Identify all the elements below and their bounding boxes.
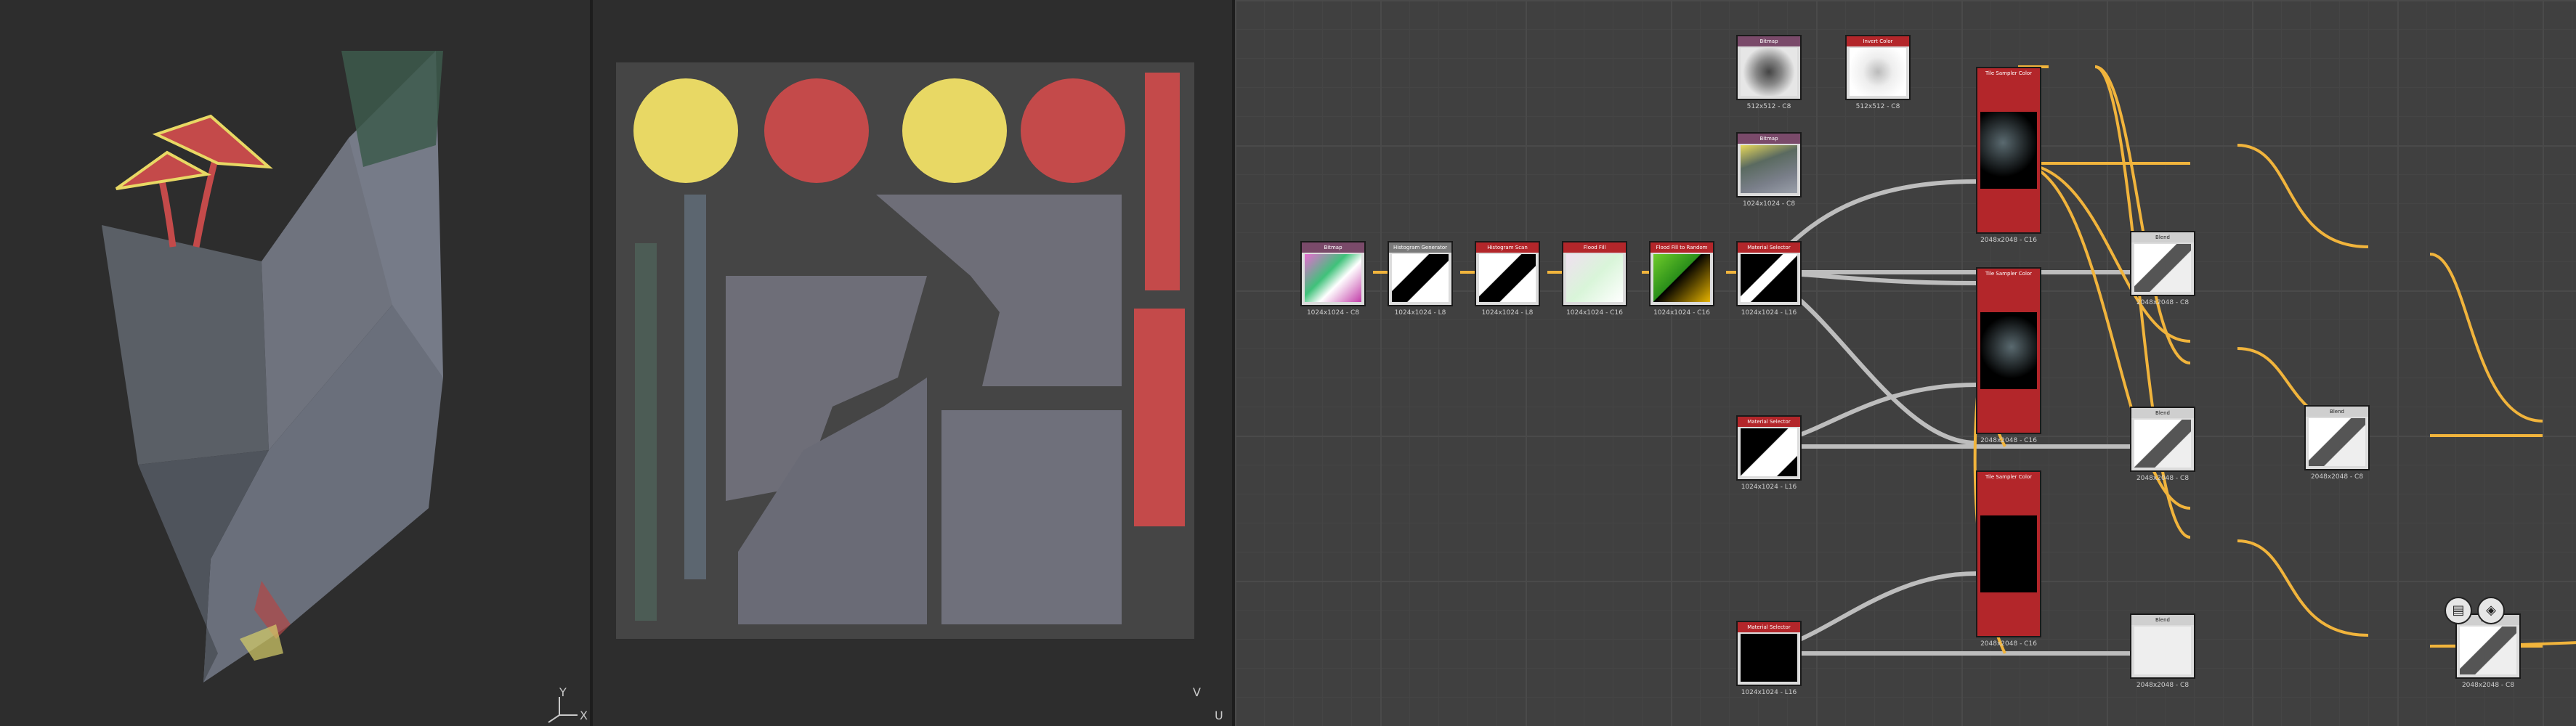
mushroom-stem [193, 147, 222, 248]
histogram-scan-node[interactable]: Histogram Scan 1024x1024 - L8 [1475, 241, 1540, 317]
node-title: Tile Sampler Color [1977, 68, 2040, 78]
blend-node[interactable]: Blend 2048x2048 - C8 [2304, 405, 2370, 481]
axis-v-label: V [1193, 685, 1201, 699]
node-preview [2134, 627, 2191, 674]
material-selector-node[interactable]: Material Selector 1024x1024 - L16 [1736, 415, 1802, 491]
node-preview [2134, 244, 2191, 292]
node-caption: 1024x1024 - L16 [1741, 309, 1797, 317]
node-caption: 1024x1024 - C8 [1742, 200, 1796, 208]
cap-circle-yellow [902, 78, 1007, 183]
node-caption: 2048x2048 - C16 [1980, 437, 2037, 444]
cap-circle-red [764, 78, 869, 183]
flood-fill-to-random-node[interactable]: Flood Fill to Random 1024x1024 - C16 [1649, 241, 1714, 317]
node-caption: 1024x1024 - C16 [1566, 309, 1623, 317]
node-title: Blend [2306, 407, 2368, 417]
node-caption: 2048x2048 - C16 [1980, 237, 2037, 244]
invert-color-node[interactable]: Invert Color 512x512 - C8 [1845, 35, 1911, 110]
node-caption: 1024x1024 - L16 [1741, 689, 1797, 696]
node-caption: 1024x1024 - L16 [1741, 484, 1797, 491]
blend-node[interactable]: Blend 2048x2048 - C8 [2130, 407, 2195, 482]
node-preview [1741, 254, 1797, 302]
histogram-generator-node[interactable]: Histogram Generator 1024x1024 - L8 [1388, 241, 1453, 317]
node-preview [1479, 254, 1536, 302]
node-title: Material Selector [1738, 622, 1800, 632]
uv-strip [684, 195, 706, 579]
node-preview [1850, 48, 1906, 96]
node-title: Blend [2131, 232, 2194, 242]
node-title: Tile Sampler Color [1977, 269, 2040, 279]
node-preview [1741, 428, 1797, 476]
node-preview [1980, 112, 2037, 189]
node-title: Blend [2131, 408, 2194, 418]
node-caption: 1024x1024 - C8 [1306, 309, 1360, 317]
node-preview [1741, 634, 1797, 682]
bitmap-node[interactable]: Bitmap 1024x1024 - C8 [1300, 241, 1366, 317]
bitmap-node[interactable]: Bitmap 1024x1024 - C8 [1736, 132, 1802, 208]
material-selector-node[interactable]: Material Selector 1024x1024 - L16 [1736, 241, 1802, 317]
node-preview [1980, 312, 2037, 389]
node-preview [2134, 420, 2191, 468]
node-title: Material Selector [1738, 417, 1800, 427]
stem-strip [1134, 309, 1185, 526]
blend-node[interactable]: Blend 2048x2048 - C8 [2130, 613, 2195, 689]
cap-circle-yellow [633, 78, 738, 183]
axis-y-label: Y [559, 685, 567, 699]
axis-u-label: U [1215, 709, 1223, 722]
uv-island [941, 410, 1122, 624]
bitmap-node[interactable]: Bitmap 512x512 - C8 [1736, 35, 1802, 110]
node-title: Bitmap [1302, 242, 1364, 253]
tile-sampler-color-node[interactable]: Tile Sampler Color 2048x2048 - C16 [1976, 470, 2041, 648]
node-caption: 1024x1024 - L8 [1394, 309, 1446, 317]
node-preview [2309, 418, 2365, 466]
stem-strip [1145, 73, 1180, 290]
node-caption: 512x512 - C8 [1855, 103, 1900, 110]
uv-texture[interactable] [593, 0, 1232, 726]
uv-strip [635, 243, 657, 621]
settings-icon[interactable]: ◈ [2477, 597, 2505, 624]
node-caption: 2048x2048 - C8 [2310, 473, 2364, 481]
axis-x-label: X [580, 709, 588, 722]
node-title: Histogram Scan [1476, 242, 1539, 253]
node-preview [1653, 254, 1710, 302]
node-title: Flood Fill to Random [1650, 242, 1713, 253]
node-title: Bitmap [1738, 134, 1800, 144]
gizmo-icon [548, 697, 578, 723]
rock-face-left [102, 225, 269, 465]
2d-texture-view[interactable]: V U [593, 0, 1232, 726]
node-caption: 2048x2048 - C8 [2136, 299, 2190, 306]
node-preview [1305, 254, 1361, 302]
node-preview [1741, 145, 1797, 193]
node-title: Histogram Generator [1389, 242, 1451, 253]
node-caption: 2048x2048 - C8 [2461, 682, 2515, 689]
node-title: Flood Fill [1563, 242, 1626, 253]
node-title: Blend [2131, 615, 2194, 625]
blend-node[interactable]: Blend 2048x2048 - C8 [2130, 231, 2195, 306]
graph-editor[interactable]: Bitmap 1024x1024 - C8 Histogram Generato… [1235, 0, 2576, 726]
node-preview [1566, 254, 1623, 302]
node-title: Tile Sampler Color [1977, 472, 2040, 482]
node-caption: 1024x1024 - L8 [1481, 309, 1534, 317]
node-caption: 2048x2048 - C16 [1980, 640, 2037, 648]
node-title: Material Selector [1738, 242, 1800, 253]
node-caption: 2048x2048 - C8 [2136, 475, 2190, 482]
document-icon[interactable]: ▤ [2445, 597, 2472, 624]
tile-sampler-color-node[interactable]: Tile Sampler Color 2048x2048 - C16 [1976, 67, 2041, 244]
node-title: Bitmap [1738, 36, 1800, 46]
node-preview [1392, 254, 1449, 302]
node-preview [2460, 627, 2516, 674]
node-preview [1741, 48, 1797, 96]
node-caption: 512x512 - C8 [1746, 103, 1791, 110]
tile-sampler-color-node[interactable]: Tile Sampler Color 2048x2048 - C16 [1976, 267, 2041, 444]
3d-viewport[interactable]: Y X [0, 0, 590, 726]
flood-fill-node[interactable]: Flood Fill 1024x1024 - C16 [1562, 241, 1627, 317]
3d-model-view[interactable] [0, 0, 590, 726]
node-title: Invert Color [1847, 36, 1909, 46]
cap-circle-red [1021, 78, 1125, 183]
node-caption: 2048x2048 - C8 [2136, 682, 2190, 689]
mushroom-stem [158, 176, 177, 248]
node-preview [1980, 515, 2037, 592]
node-caption: 1024x1024 - C16 [1653, 309, 1710, 317]
material-selector-node[interactable]: Material Selector 1024x1024 - L16 [1736, 621, 1802, 696]
